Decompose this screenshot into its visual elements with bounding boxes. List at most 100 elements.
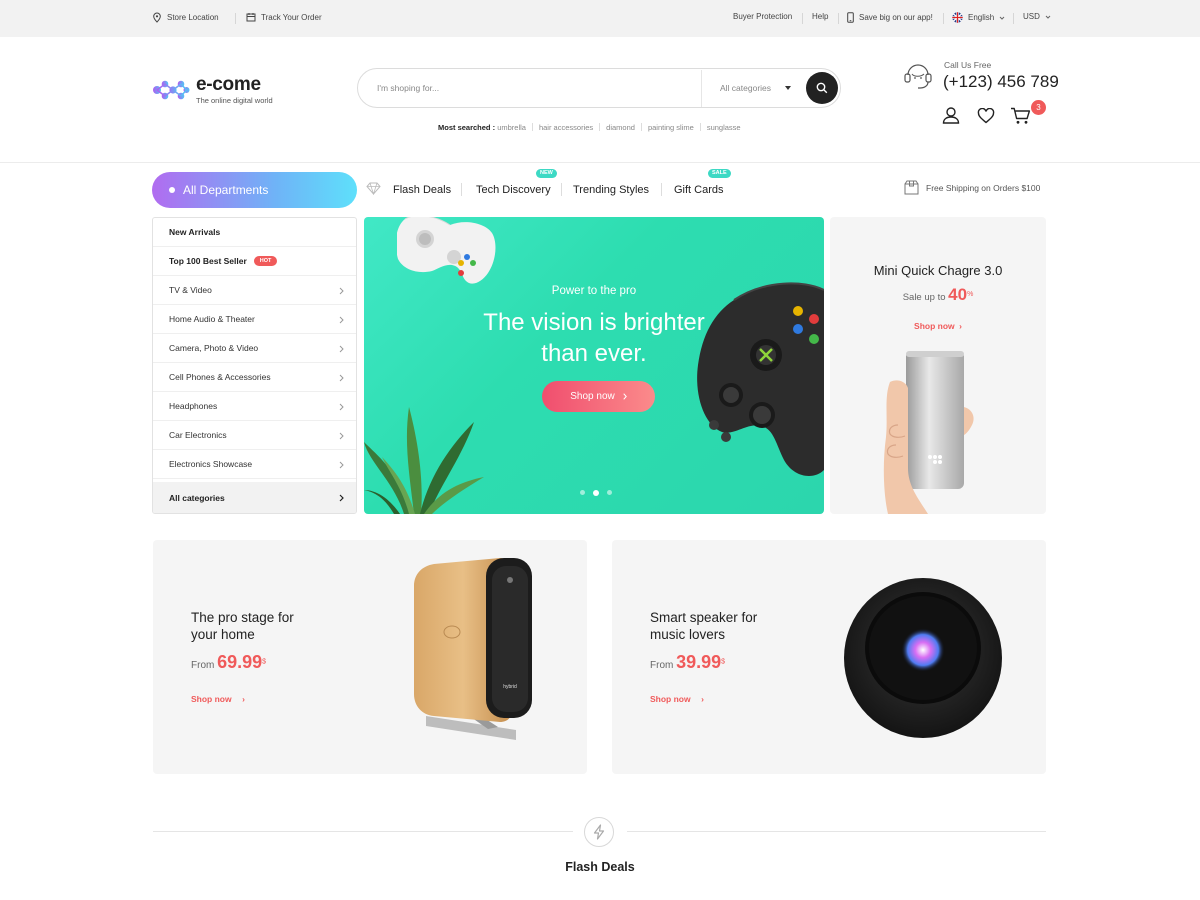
desktop-pc-image: hybrid <box>414 558 532 740</box>
chevron-right-icon <box>339 345 344 353</box>
divider <box>802 13 803 24</box>
chevron-right-icon <box>339 403 344 411</box>
price-from-label: From <box>191 660 215 671</box>
plant-image <box>364 407 484 514</box>
divider <box>461 183 462 196</box>
sidebar-item-car-electronics[interactable]: Car Electronics <box>153 421 356 450</box>
all-departments-button[interactable]: All Departments <box>152 172 357 208</box>
chevron-right-icon <box>623 393 627 400</box>
banner-title-line: music lovers <box>650 627 726 642</box>
uk-flag-icon <box>952 12 963 23</box>
chevron-right-icon <box>339 316 344 324</box>
sidebar-item-top-100[interactable]: Top 100 Best Seller HOT <box>153 247 356 276</box>
sidebar-item-new-arrivals[interactable]: New Arrivals <box>153 218 356 247</box>
category-select[interactable]: All categories <box>720 83 771 93</box>
user-account-icon[interactable] <box>942 107 960 124</box>
slider-dots <box>580 490 612 496</box>
language-label: English <box>968 13 995 22</box>
banner-price: From 39.99$ <box>650 652 725 673</box>
flash-deals-heading: Flash Deals <box>565 860 635 874</box>
nav-tech-discovery[interactable]: Tech Discovery <box>476 184 551 196</box>
track-order-link[interactable]: Track Your Order <box>246 12 322 22</box>
promo-sale-unit: % <box>967 290 974 298</box>
slider-dot-active[interactable] <box>593 490 599 496</box>
divider <box>153 831 573 832</box>
map-pin-icon <box>153 12 161 23</box>
lightning-icon <box>584 817 614 847</box>
hot-badge: HOT <box>253 256 278 266</box>
currency-selector[interactable]: USD <box>1023 12 1051 21</box>
slider-dot[interactable] <box>580 490 585 495</box>
search-tag-link[interactable]: umbrella <box>497 123 526 132</box>
search-tag-link[interactable]: hair accessories <box>539 123 593 132</box>
hero-button-label: Shop now <box>570 391 615 402</box>
chevron-right-icon <box>339 287 344 295</box>
language-selector[interactable]: English <box>952 12 1005 23</box>
dot-icon <box>169 187 175 193</box>
buyer-protection-link[interactable]: Buyer Protection <box>733 12 792 21</box>
logo[interactable]: e-come The online digital world <box>152 74 273 105</box>
chevron-right-icon <box>339 494 344 502</box>
diamond-icon <box>366 182 381 195</box>
sidebar-item-home-audio[interactable]: Home Audio & Theater <box>153 305 356 334</box>
logo-name: e-come <box>196 74 261 95</box>
divider <box>1013 13 1014 24</box>
free-shipping-label: Free Shipping on Orders $100 <box>926 182 1041 193</box>
most-searched: Most searched : umbrella hair accessories… <box>438 123 741 132</box>
search-bar: I'm shoping for... All categories <box>357 68 841 108</box>
device-brand-text: hybrid <box>503 684 517 690</box>
shop-now-label: Shop now <box>914 321 955 331</box>
shop-now-label: Shop now <box>191 694 232 704</box>
nav-trending-styles[interactable]: Trending Styles <box>573 184 649 196</box>
sidebar-item-cell-phones[interactable]: Cell Phones & Accessories <box>153 363 356 392</box>
price-currency: $ <box>262 658 267 666</box>
sidebar-all-categories[interactable]: All categories <box>153 482 356 513</box>
price-currency: $ <box>721 658 726 666</box>
package-icon <box>904 180 919 195</box>
cart-icon[interactable] <box>1010 107 1032 125</box>
sidebar-item-camera[interactable]: Camera, Photo & Video <box>153 334 356 363</box>
search-tag-link[interactable]: painting slime <box>648 123 694 132</box>
search-tag-link[interactable]: sunglasse <box>707 123 741 132</box>
sidebar-item-electronics-showcase[interactable]: Electronics Showcase <box>153 450 356 479</box>
nav-gift-cards[interactable]: Gift Cards <box>674 184 724 196</box>
sidebar-item-label: Camera, Photo & Video <box>169 343 259 353</box>
search-icon <box>816 82 828 94</box>
sidebar-item-label: All categories <box>169 492 225 503</box>
power-bank-image <box>883 351 974 514</box>
divider <box>561 183 562 196</box>
slider-dot[interactable] <box>607 490 612 495</box>
promo-sale-prefix: Sale up to <box>902 292 946 303</box>
calendar-icon <box>246 13 256 22</box>
sidebar-item-label: Cell Phones & Accessories <box>169 372 271 382</box>
track-order-label: Track Your Order <box>261 12 322 22</box>
sidebar-item-tv-video[interactable]: TV & Video <box>153 276 356 305</box>
phone-number[interactable]: (+123) 456 789 <box>943 72 1059 92</box>
app-promo-link[interactable]: Save big on our app! <box>847 12 933 23</box>
banner-title: The pro stage for your home <box>191 609 361 643</box>
divider <box>838 13 839 24</box>
currency-label: USD <box>1023 12 1040 21</box>
sidebar-item-label: TV & Video <box>169 285 212 295</box>
hero-shop-now-button[interactable]: Shop now <box>542 381 655 412</box>
nav-flash-deals[interactable]: Flash Deals <box>393 184 451 196</box>
sidebar-item-label: Home Audio & Theater <box>169 314 255 324</box>
price-from-label: From <box>650 660 674 671</box>
wishlist-heart-icon[interactable] <box>977 108 995 124</box>
store-location-label: Store Location <box>167 13 219 22</box>
promo-card-speaker: Smart speaker for music lovers From 39.9… <box>612 540 1046 774</box>
search-input[interactable]: I'm shoping for... <box>377 83 439 93</box>
search-button[interactable] <box>806 72 838 104</box>
banner-shop-now-link[interactable]: Shop now › <box>650 689 704 707</box>
banner-title-line: The pro stage for <box>191 610 294 625</box>
store-location-link[interactable]: Store Location <box>152 12 219 23</box>
promo-shop-now-link[interactable]: Shop now › <box>830 316 1046 334</box>
hero-subtitle: Power to the pro <box>551 285 637 297</box>
header-divider <box>0 162 1200 163</box>
help-link[interactable]: Help <box>812 12 828 21</box>
banner-shop-now-link[interactable]: Shop now › <box>191 689 245 707</box>
divider <box>235 13 236 24</box>
search-tag-link[interactable]: diamond <box>606 123 635 132</box>
sidebar-item-headphones[interactable]: Headphones <box>153 392 356 421</box>
hero-title-line: than ever. <box>541 340 647 367</box>
